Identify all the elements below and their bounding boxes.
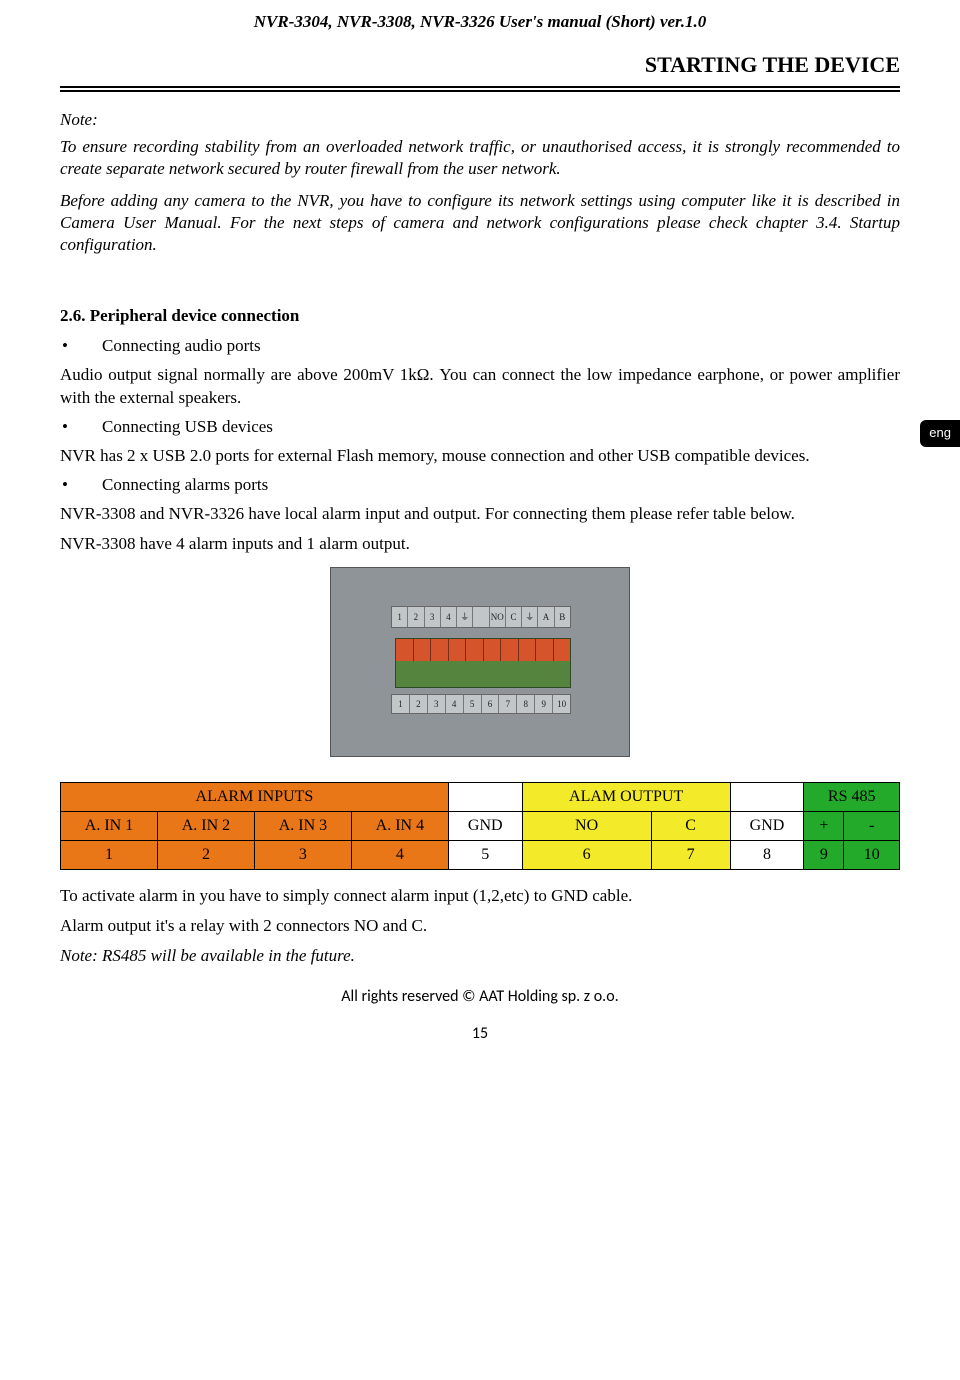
hw-top-label (473, 607, 489, 627)
bullet-audio: • Connecting audio ports (60, 336, 900, 356)
hw-bot-label: 10 (553, 695, 570, 713)
para-audio: Audio output signal normally are above 2… (60, 364, 900, 408)
bullet-label: Connecting alarms ports (102, 475, 268, 495)
hw-top-label: 1 (392, 607, 408, 627)
td: 10 (844, 840, 900, 869)
td: 8 (730, 840, 804, 869)
td: A. IN 1 (61, 811, 158, 840)
hardware-photo: 1 2 3 4 ⏚ NO C ⏚ A B 1 2 3 4 5 6 (60, 567, 900, 762)
td: C (651, 811, 730, 840)
td: 2 (157, 840, 254, 869)
para-alarm-2: NVR-3308 have 4 alarm inputs and 1 alarm… (60, 533, 900, 555)
td: A. IN 2 (157, 811, 254, 840)
td: 3 (254, 840, 351, 869)
hw-bot-label: 9 (535, 695, 553, 713)
note-para-2: Before adding any camera to the NVR, you… (60, 190, 900, 256)
hw-bot-label: 6 (482, 695, 500, 713)
th-alarm-inputs: ALARM INPUTS (61, 782, 449, 811)
td: A. IN 4 (351, 811, 448, 840)
tail-note: Note: RS485 will be available in the fut… (60, 945, 900, 967)
hw-top-label: A (538, 607, 554, 627)
bullet-usb: • Connecting USB devices (60, 417, 900, 437)
hw-top-label: ⏚ (522, 607, 538, 627)
bullet-label: Connecting audio ports (102, 336, 261, 356)
hw-top-label: NO (490, 607, 506, 627)
divider (60, 86, 900, 92)
hw-top-label: B (555, 607, 570, 627)
hw-top-label: 2 (408, 607, 424, 627)
para-usb: NVR has 2 x USB 2.0 ports for external F… (60, 445, 900, 467)
hw-top-label: 4 (441, 607, 457, 627)
td: 4 (351, 840, 448, 869)
hw-top-label: C (506, 607, 522, 627)
td: A. IN 3 (254, 811, 351, 840)
th-rs485: RS 485 (804, 782, 900, 811)
td: - (844, 811, 900, 840)
th-blank (448, 782, 522, 811)
hw-bot-label: 4 (446, 695, 464, 713)
td: GND (730, 811, 804, 840)
para-alarm-1: NVR-3308 and NVR-3326 have local alarm i… (60, 503, 900, 525)
td: 7 (651, 840, 730, 869)
td: NO (522, 811, 651, 840)
doc-header: NVR-3304, NVR-3308, NVR-3326 User's manu… (60, 12, 900, 32)
hw-bot-label: 1 (392, 695, 410, 713)
td: 1 (61, 840, 158, 869)
chapter-title: STARTING THE DEVICE (60, 52, 900, 78)
hw-bot-label: 3 (428, 695, 446, 713)
connector-table: ALARM INPUTS ALAM OUTPUT RS 485 A. IN 1 … (60, 782, 900, 870)
tail-para-1: To activate alarm in you have to simply … (60, 885, 900, 907)
tail-para-2: Alarm output it's a relay with 2 connect… (60, 915, 900, 937)
th-alarm-output: ALAM OUTPUT (522, 782, 730, 811)
hw-top-label: 3 (425, 607, 441, 627)
bullet-icon: • (60, 475, 102, 495)
bullet-alarm: • Connecting alarms ports (60, 475, 900, 495)
hw-top-label: ⏚ (457, 607, 473, 627)
th-blank (730, 782, 804, 811)
td: GND (448, 811, 522, 840)
bullet-icon: • (60, 417, 102, 437)
bullet-icon: • (60, 336, 102, 356)
td: 6 (522, 840, 651, 869)
hw-bot-label: 8 (517, 695, 535, 713)
language-tab: eng (920, 420, 960, 447)
td: 9 (804, 840, 844, 869)
td: 5 (448, 840, 522, 869)
hw-bot-label: 2 (410, 695, 428, 713)
note-label: Note: (60, 110, 900, 130)
hw-bot-label: 5 (464, 695, 482, 713)
note-para-1: To ensure recording stability from an ov… (60, 136, 900, 180)
td: + (804, 811, 844, 840)
page-number: 15 (60, 1024, 900, 1043)
bullet-label: Connecting USB devices (102, 417, 273, 437)
section-title: 2.6. Peripheral device connection (60, 306, 900, 326)
hw-bot-label: 7 (499, 695, 517, 713)
footer-copyright: All rights reserved © AAT Holding sp. z … (60, 987, 900, 1006)
